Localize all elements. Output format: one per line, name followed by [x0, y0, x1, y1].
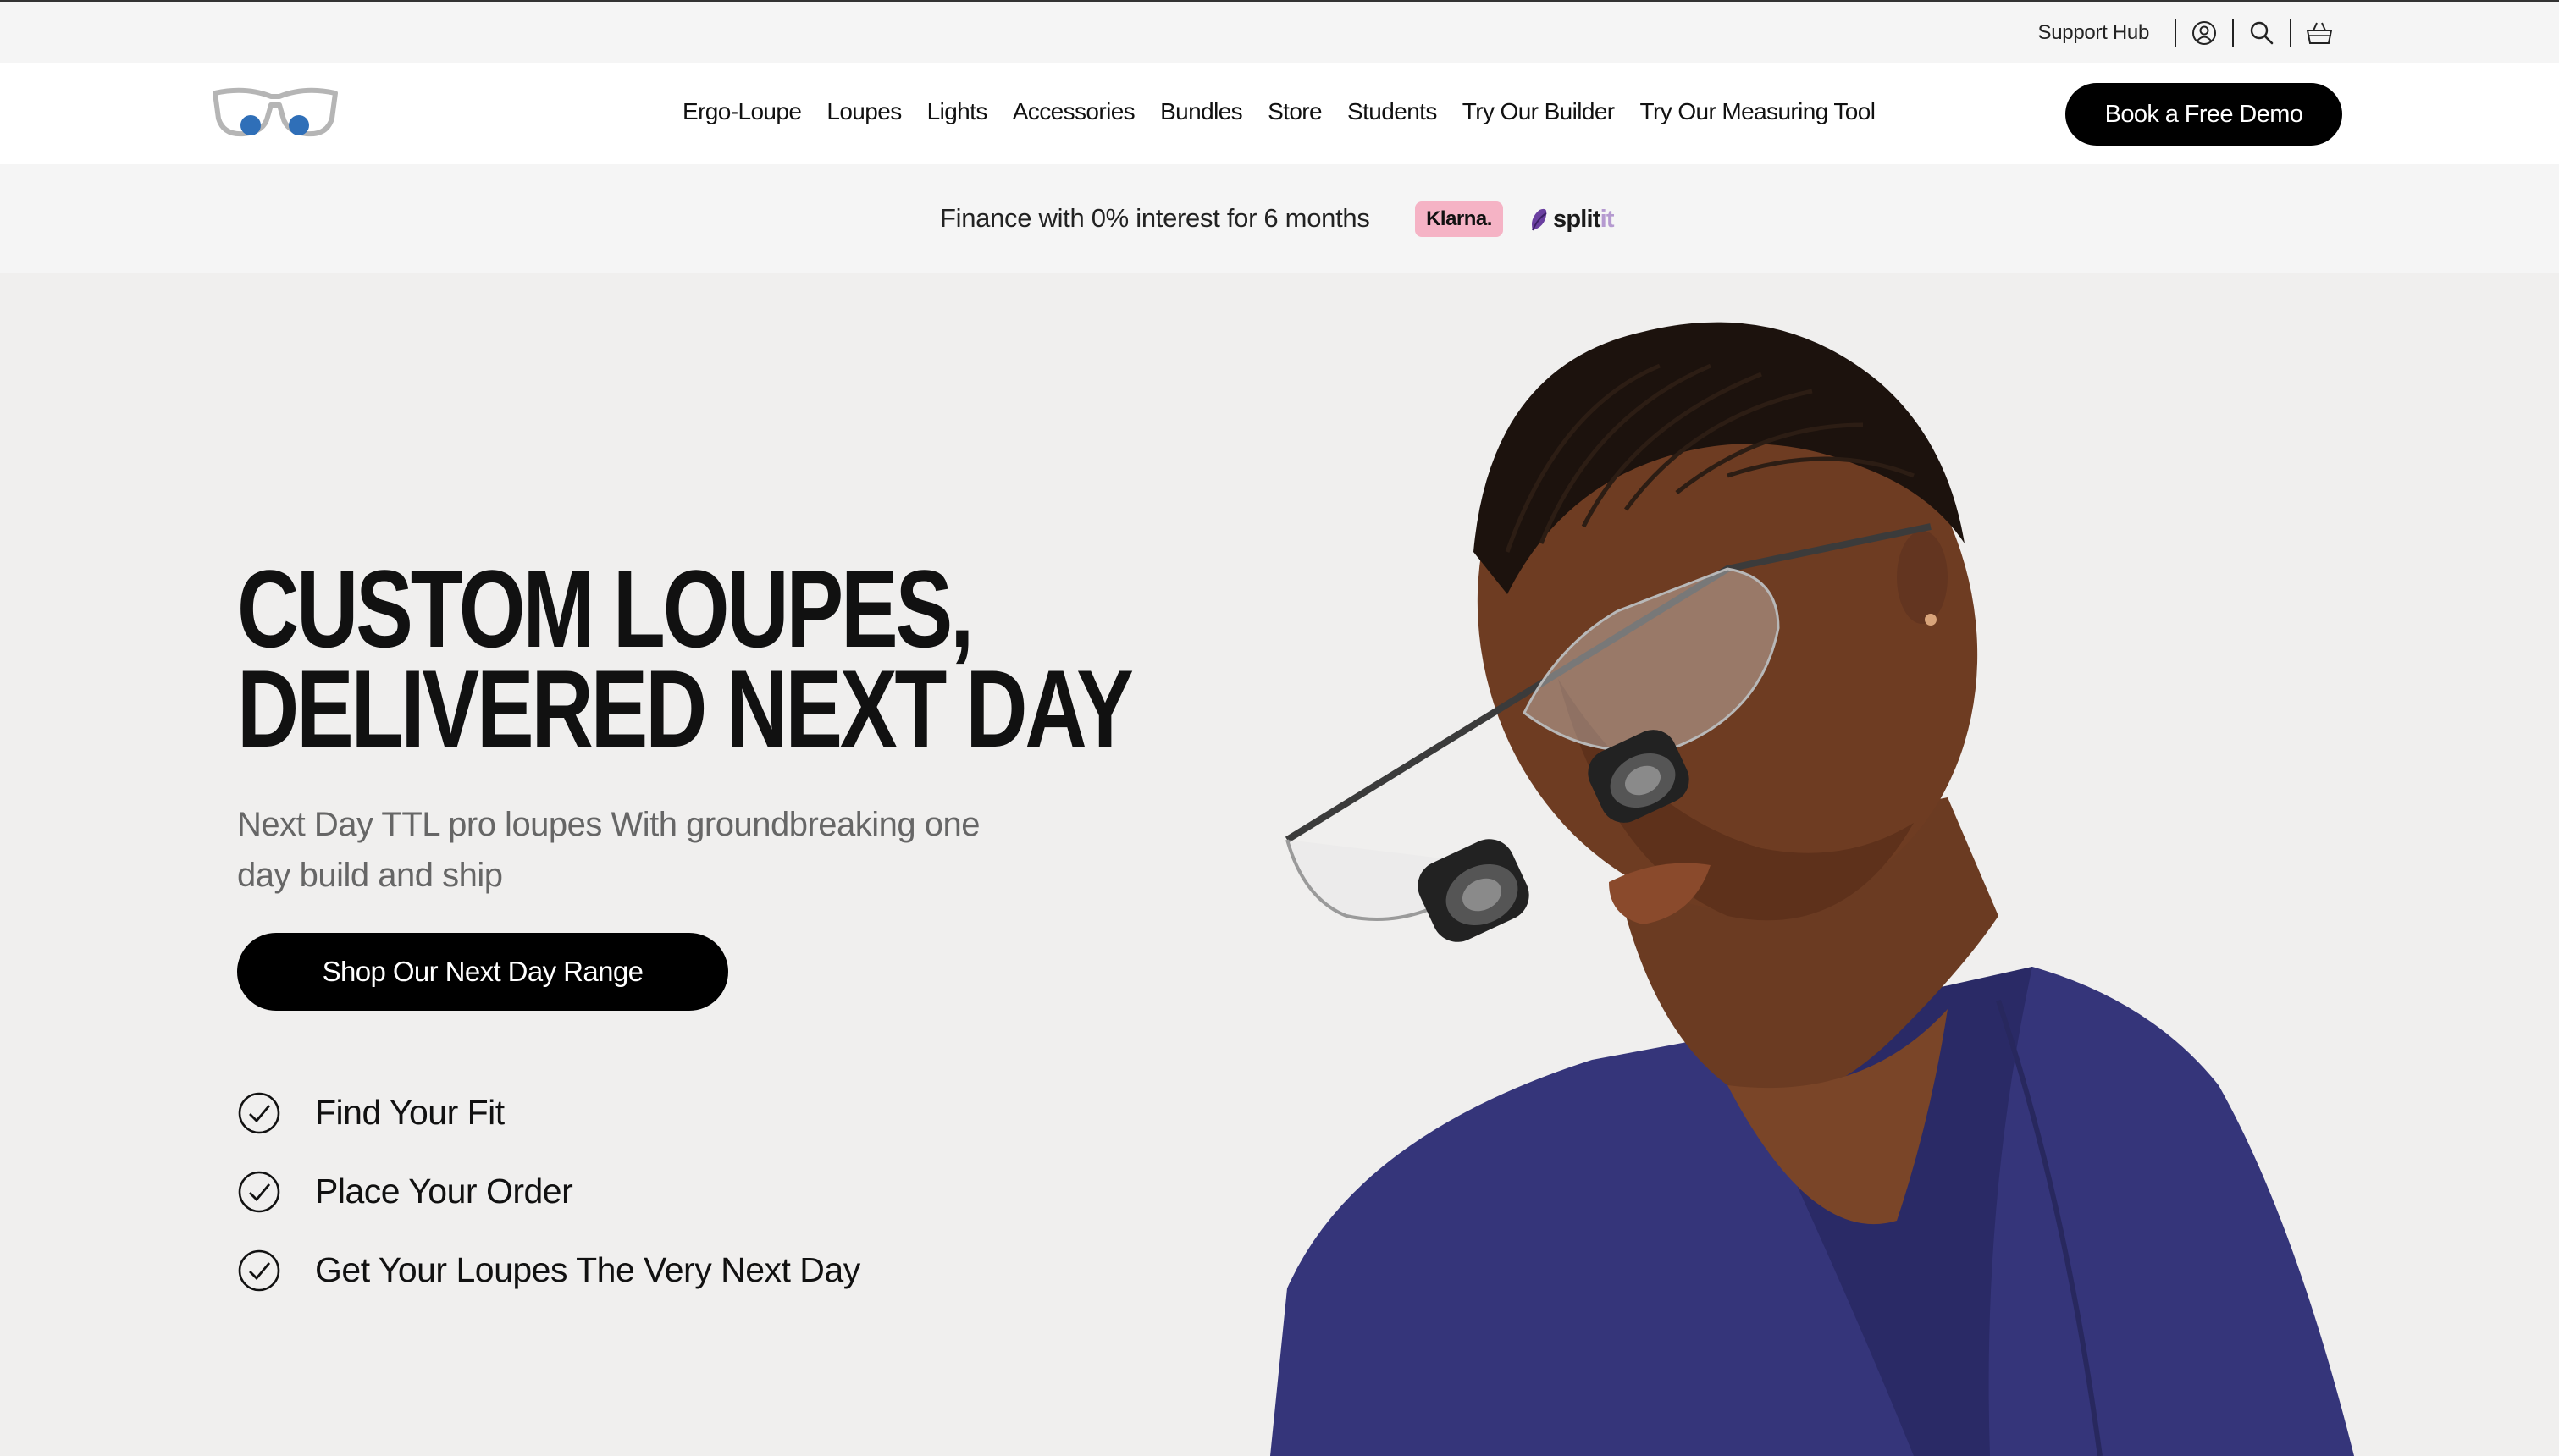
step-label: Place Your Order	[315, 1172, 573, 1211]
nav-item-lights[interactable]: Lights	[927, 98, 988, 125]
splitit-suffix: it	[1600, 205, 1615, 233]
search-icon[interactable]	[2247, 19, 2276, 47]
glasses-logo-icon[interactable]	[212, 85, 339, 142]
main-navigation: Ergo-Loupe Loupes Lights Accessories Bun…	[0, 63, 2559, 164]
support-hub-link[interactable]: Support Hub	[2038, 21, 2161, 45]
hero-section: CUSTOM LOUPES, DELIVERED NEXT DAY Next D…	[0, 273, 2559, 1456]
nav-item-store[interactable]: Store	[1268, 98, 1323, 125]
utility-links: Support Hub	[2038, 19, 2334, 47]
cart-icon[interactable]	[2305, 19, 2334, 47]
steps-list: Find Your Fit Place Your Order Get Your …	[237, 1073, 860, 1310]
step-item: Place Your Order	[237, 1152, 860, 1231]
nav-item-measuring-tool[interactable]: Try Our Measuring Tool	[1640, 98, 1876, 125]
divider	[2290, 19, 2291, 47]
step-item: Find Your Fit	[237, 1073, 860, 1152]
nav-item-loupes[interactable]: Loupes	[826, 98, 902, 125]
headline-line-1: CUSTOM LOUPES,	[237, 547, 974, 670]
hero-subtitle: Next Day TTL pro loupes With groundbreak…	[237, 806, 981, 894]
klarna-badge: Klarna.	[1415, 201, 1503, 237]
utility-bar: Support Hub	[0, 0, 2559, 63]
shop-next-day-button[interactable]: Shop Our Next Day Range	[237, 933, 728, 1011]
divider	[2175, 19, 2176, 47]
hero-portrait-image	[1270, 322, 2354, 1456]
nav-menu: Ergo-Loupe Loupes Lights Accessories Bun…	[683, 98, 1900, 125]
book-demo-button[interactable]: Book a Free Demo	[2065, 83, 2342, 146]
finance-banner: Finance with 0% interest for 6 months Kl…	[0, 164, 2559, 273]
splitit-leaf-icon	[1532, 208, 1547, 231]
step-label: Find Your Fit	[315, 1093, 505, 1132]
nav-item-bundles[interactable]: Bundles	[1160, 98, 1243, 125]
check-circle-icon	[238, 1092, 280, 1133]
splitit-wordmark: split	[1553, 205, 1600, 233]
account-icon[interactable]	[2190, 19, 2219, 47]
finance-text: Finance with 0% interest for 6 months	[940, 203, 1370, 233]
hero-headline: CUSTOM LOUPES, DELIVERED NEXT DAY	[237, 547, 1134, 770]
step-item: Get Your Loupes The Very Next Day	[237, 1231, 860, 1310]
nav-item-builder[interactable]: Try Our Builder	[1462, 98, 1615, 125]
check-circle-icon	[238, 1171, 280, 1212]
divider	[2232, 19, 2234, 47]
headline-line-2: DELIVERED NEXT DAY	[237, 647, 1134, 770]
nav-item-students[interactable]: Students	[1347, 98, 1437, 125]
nav-item-ergo-loupe[interactable]: Ergo-Loupe	[683, 98, 802, 125]
check-circle-icon	[238, 1249, 280, 1291]
step-label: Get Your Loupes The Very Next Day	[315, 1250, 860, 1289]
splitit-logo: splitit	[1529, 200, 1615, 239]
nav-item-accessories[interactable]: Accessories	[1013, 98, 1136, 125]
